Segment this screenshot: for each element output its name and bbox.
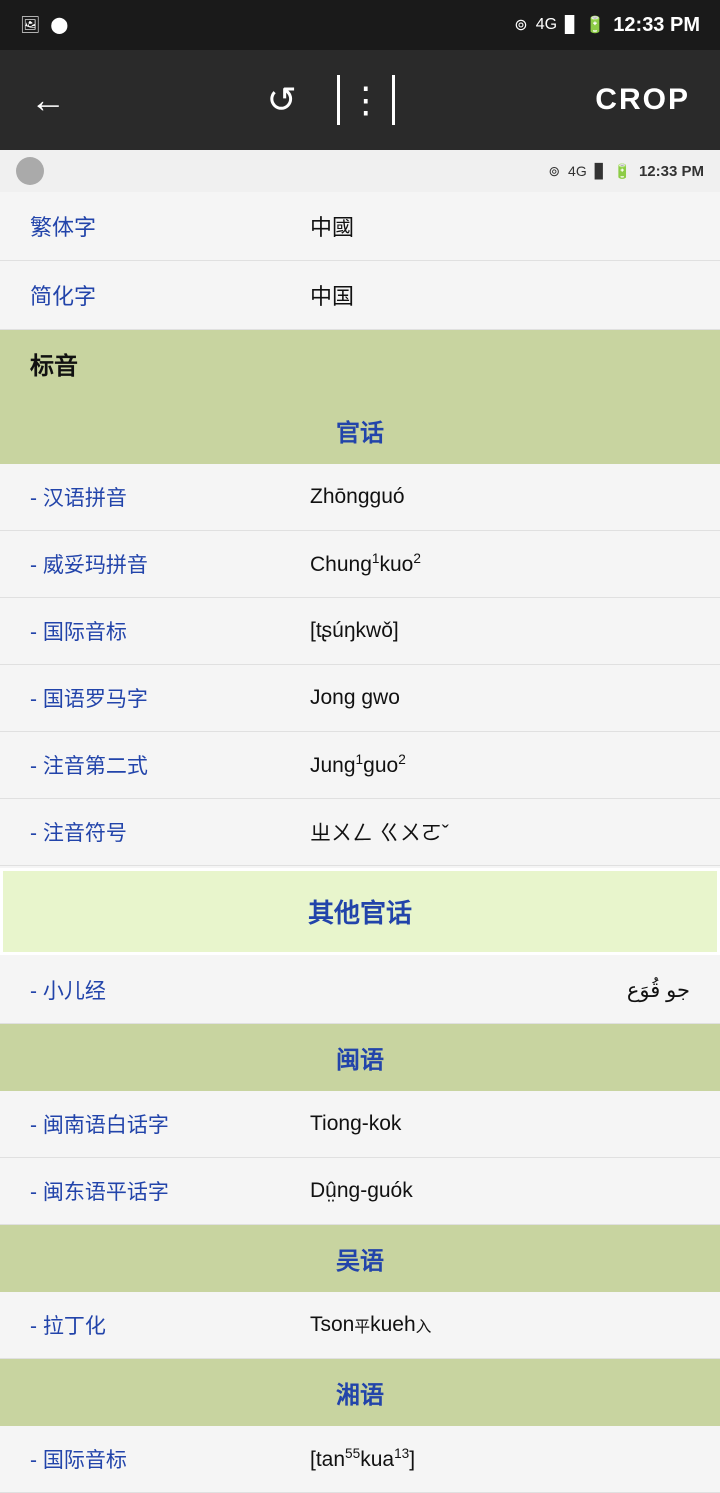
other-mandarin-text: 其他官话 xyxy=(308,898,412,928)
xiang-ipa-value: [tan55kua13] xyxy=(310,1446,690,1472)
other-mandarin-section: 其他官话 xyxy=(0,868,720,955)
inner-status-time: 12:33 PM xyxy=(639,163,704,180)
guoyin-label: - 国语罗马字 xyxy=(30,683,310,713)
status-time: 12:33 PM xyxy=(613,14,700,37)
refresh-icon[interactable]: ↺ xyxy=(267,79,297,121)
zhuyin-value: ㄓㄨㄥ ㄍㄨㄛˇ xyxy=(310,817,690,847)
simplified-value: 中国 xyxy=(310,279,690,311)
latin-label: - 拉丁化 xyxy=(30,1310,310,1340)
inner-battery-icon: 🔋 xyxy=(614,163,631,180)
signal-icon: ▊ xyxy=(565,15,577,35)
crop-button[interactable]: CROP xyxy=(595,83,690,117)
traditional-value: 中國 xyxy=(310,210,690,242)
traditional-row: 繁体字 中國 xyxy=(0,192,720,261)
pinyin-label: - 汉语拼音 xyxy=(30,482,310,512)
cast-icon: ⊚ xyxy=(514,15,527,35)
content-area: ⊚ 4G ▊ 🔋 12:33 PM 繁体字 中國 简化字 中国 标音 官话 - … xyxy=(0,150,720,1493)
ipa-label: - 国际音标 xyxy=(30,616,310,646)
xiang-section-header: 湘语 xyxy=(0,1359,720,1426)
minnan-value: Tiong-kok xyxy=(310,1112,690,1136)
ipa-value: [tʂúŋkwǒ] xyxy=(310,619,690,643)
guoyin-value: Jong gwo xyxy=(310,686,690,710)
mindong-row: - 闽东语平话字 Dṳ̂ng-guók xyxy=(0,1158,720,1225)
status-bar: 🖼 ⬤ ⊚ 4G ▊ 🔋 12:33 PM xyxy=(0,0,720,50)
zhuyin2-row: - 注音第二式 Jung1guo2 xyxy=(0,732,720,799)
inner-status-bar: ⊚ 4G ▊ 🔋 12:33 PM xyxy=(0,150,720,192)
wade-label: - 威妥玛拼音 xyxy=(30,549,310,579)
pinyin-value: Zhōngguó xyxy=(310,485,690,509)
latin-row: - 拉丁化 Tson平kueh入 xyxy=(0,1292,720,1359)
wu-section-text: 吴语 xyxy=(336,1248,384,1275)
ipa-row: - 国际音标 [tʂúŋkwǒ] xyxy=(0,598,720,665)
wade-row: - 威妥玛拼音 Chung1kuo2 xyxy=(0,531,720,598)
compare-icon[interactable]: ⋮ xyxy=(337,75,395,125)
xiang-section-text: 湘语 xyxy=(336,1382,384,1409)
xiaoerjing-label: - 小儿经 xyxy=(30,975,310,1005)
zhuyin2-value: Jung1guo2 xyxy=(310,752,690,778)
inner-cast-icon: ⊚ xyxy=(548,163,560,180)
min-section-header: 闽语 xyxy=(0,1024,720,1091)
xiang-ipa-row: - 国际音标 [tan55kua13] xyxy=(0,1426,720,1493)
minnan-label: - 闽南语白话字 xyxy=(30,1109,310,1139)
phonetic-header-text: 标音 xyxy=(30,353,78,380)
wu-section-header: 吴语 xyxy=(0,1225,720,1292)
zhuyin-label: - 注音符号 xyxy=(30,817,310,847)
guoyin-row: - 国语罗马字 Jong gwo xyxy=(0,665,720,732)
traditional-label: 繁体字 xyxy=(30,210,310,242)
network-icon: 4G xyxy=(536,16,557,34)
mandarin-section-header: 官话 xyxy=(0,397,720,464)
back-button[interactable]: ← xyxy=(30,79,66,121)
circle-icon: ⬤ xyxy=(50,15,68,35)
xiaoerjing-value: جو قُوَع xyxy=(310,978,690,1003)
mindong-value: Dṳ̂ng-guók xyxy=(310,1179,690,1203)
xiang-ipa-label: - 国际音标 xyxy=(30,1444,310,1474)
pinyin-row: - 汉语拼音 Zhōngguó xyxy=(0,464,720,531)
inner-network-icon: 4G xyxy=(568,163,587,179)
minnan-row: - 闽南语白话字 Tiong-kok xyxy=(0,1091,720,1158)
simplified-label: 简化字 xyxy=(30,279,310,311)
wade-value: Chung1kuo2 xyxy=(310,551,690,577)
inner-signal-icon: ▊ xyxy=(595,163,606,180)
min-section-text: 闽语 xyxy=(336,1047,384,1074)
latin-value: Tson平kueh入 xyxy=(310,1313,690,1337)
toolbar: ← ↺ ⋮ CROP xyxy=(0,50,720,150)
dictionary-content: 繁体字 中國 简化字 中国 标音 官话 - 汉语拼音 Zhōngguó - 威妥… xyxy=(0,192,720,1493)
xiaoerjing-row: - 小儿经 جو قُوَع xyxy=(0,957,720,1024)
mindong-label: - 闽东语平话字 xyxy=(30,1176,310,1206)
battery-icon: 🔋 xyxy=(585,15,605,35)
phonetic-header: 标音 xyxy=(0,330,720,397)
photo-icon: 🖼 xyxy=(20,15,40,35)
mandarin-section-text: 官话 xyxy=(336,420,384,447)
zhuyin2-label: - 注音第二式 xyxy=(30,750,310,780)
simplified-row: 简化字 中国 xyxy=(0,261,720,330)
zhuyin-row: - 注音符号 ㄓㄨㄥ ㄍㄨㄛˇ xyxy=(0,799,720,866)
